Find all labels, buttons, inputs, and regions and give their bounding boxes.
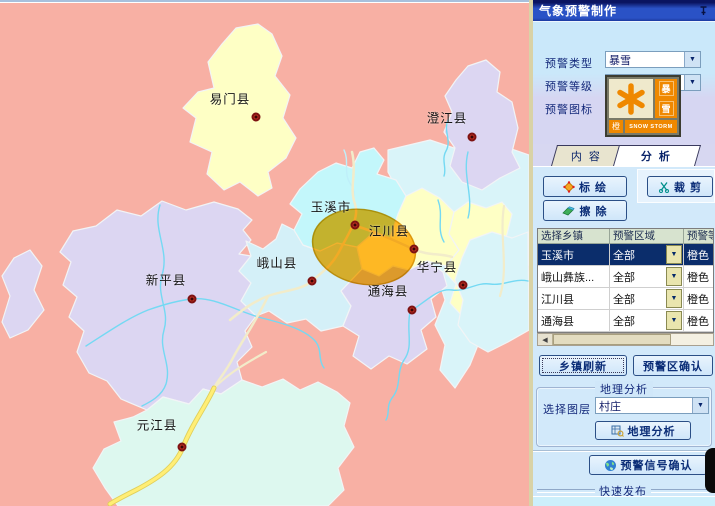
area-value: 全部: [613, 313, 635, 329]
area-dropdown-button[interactable]: ▼: [666, 267, 682, 286]
plot-button[interactable]: 标 绘: [543, 176, 627, 197]
area-value: 全部: [613, 247, 635, 263]
column-header-level: 预警等级: [684, 229, 714, 243]
level-cell[interactable]: 橙色: [684, 288, 714, 309]
warning-icon-bottom: 橙 SNOW STORM: [609, 120, 677, 133]
map-top-border: [0, 0, 529, 2]
table-row[interactable]: 峨山彝族...全部 ▼橙色: [538, 266, 713, 288]
town-table-header: 选择乡镇 预警区域 预警等级: [538, 229, 713, 244]
analysis-page: 标 绘 裁 剪 擦 除 选择乡镇 预警: [533, 166, 715, 506]
warning-icon-char: 暴: [659, 81, 674, 96]
table-row[interactable]: 通海县全部 ▼橙色: [538, 310, 713, 332]
bottom-strip: [533, 496, 715, 506]
map-canvas[interactable]: 易门县澄江县玉溪市江川县华宁县峨山县新平县通海县元江县: [0, 0, 529, 506]
area-value: 全部: [613, 291, 635, 307]
plot-diamond-icon: [563, 181, 575, 193]
table-hscrollbar[interactable]: ◀: [537, 333, 714, 346]
town-table: 选择乡镇 预警区域 预警等级 玉溪市全部▼橙色峨山彝族...全部▼橙色江川县全部…: [537, 228, 714, 333]
town-name-cell[interactable]: 玉溪市: [538, 244, 610, 265]
county-map-svg: [0, 0, 529, 506]
area-value: 全部: [613, 269, 635, 285]
group-line: [537, 489, 595, 493]
confirm-signal-button[interactable]: 预警信号确认: [589, 455, 707, 475]
eraser-icon: [562, 205, 575, 217]
warning-level-label: 预警等级: [545, 78, 593, 94]
scissors-icon: [658, 181, 670, 193]
cutoff-popup-edge: [705, 448, 715, 493]
tab-content[interactable]: 内 容: [551, 145, 623, 166]
geo-group-title: 地理分析: [595, 381, 653, 397]
erase-button[interactable]: 擦 除: [543, 200, 627, 221]
warning-icon: 暴 雪 橙 SNOW STORM: [605, 75, 681, 137]
layer-select-value: 村庄: [599, 398, 692, 414]
level-cell[interactable]: 橙色: [684, 266, 714, 287]
town-table-body: 玉溪市全部▼橙色峨山彝族...全部▼橙色江川县全部▼橙色通海县全部▼橙色: [538, 244, 713, 332]
level-cell[interactable]: 橙色: [684, 244, 714, 265]
refresh-towns-button[interactable]: 乡镇刷新: [539, 355, 627, 376]
pin-icon[interactable]: [699, 6, 708, 16]
tab-analysis[interactable]: 分 析: [613, 145, 701, 166]
warning-type-label: 预警类型: [545, 55, 593, 71]
panel-title: 气象预警制作: [539, 2, 617, 19]
tab-bar: 内 容 分 析: [533, 144, 715, 166]
warning-icon-char: 雪: [659, 101, 674, 116]
map-top-border-inner: [0, 2, 529, 3]
column-header-area: 预警区域: [610, 229, 684, 243]
globe-icon: [604, 459, 617, 472]
area-cell[interactable]: 全部 ▼: [610, 310, 684, 331]
county-region-huaning-east[interactable]: [455, 232, 529, 352]
layer-select[interactable]: 村庄 ▼: [595, 397, 709, 414]
layer-select-label: 选择图层: [543, 401, 591, 417]
section-divider: [533, 450, 715, 452]
warning-icon-label: 预警图标: [545, 101, 593, 117]
panel-titlebar[interactable]: 气象预警制作: [533, 0, 715, 21]
warning-type-select[interactable]: 暴雪 ▼: [605, 51, 701, 68]
dropdown-arrow-icon[interactable]: ▼: [684, 52, 700, 67]
group-line: [651, 489, 709, 493]
area-cell[interactable]: 全部 ▼: [610, 266, 684, 287]
town-name-cell[interactable]: 通海县: [538, 310, 610, 331]
geo-analysis-button[interactable]: 地理分析: [595, 421, 691, 440]
area-cell[interactable]: 全部 ▼: [610, 244, 684, 265]
warning-icon-chars: 暴 雪: [655, 79, 677, 118]
warning-icon-level: 橙: [609, 120, 623, 133]
dropdown-arrow-icon[interactable]: ▼: [692, 398, 708, 413]
confirm-warning-area-button[interactable]: 预警区确认: [633, 355, 713, 376]
snowflake-icon: [609, 79, 653, 118]
level-cell[interactable]: 橙色: [684, 310, 714, 331]
scroll-left-icon[interactable]: ◀: [538, 334, 553, 345]
column-header-town: 选择乡镇: [538, 229, 610, 243]
dropdown-arrow-icon[interactable]: ▼: [684, 75, 700, 90]
area-dropdown-button[interactable]: ▼: [666, 245, 682, 264]
clip-button[interactable]: 裁 剪: [647, 176, 713, 197]
table-row[interactable]: 玉溪市全部 ▼橙色: [538, 244, 713, 266]
town-name-cell[interactable]: 峨山彝族...: [538, 266, 610, 287]
area-cell[interactable]: 全部 ▼: [610, 288, 684, 309]
table-row[interactable]: 江川县全部 ▼橙色: [538, 288, 713, 310]
scrollbar-thumb[interactable]: [553, 334, 671, 345]
town-name-cell[interactable]: 江川县: [538, 288, 610, 309]
warning-icon-caption: SNOW STORM: [625, 120, 677, 133]
table-search-icon: [611, 425, 624, 437]
warning-panel: 气象预警制作 预警类型 暴雪 ▼ 预警等级 橙色 ▼ 预警图标: [529, 0, 715, 506]
warning-type-value: 暴雪: [609, 52, 684, 68]
area-dropdown-button[interactable]: ▼: [666, 311, 682, 330]
area-dropdown-button[interactable]: ▼: [666, 289, 682, 308]
geo-analysis-group: 地理分析 选择图层 村庄 ▼ 地理分析: [536, 387, 712, 447]
warning-form: 预警类型 暴雪 ▼ 预警等级 橙色 ▼ 预警图标: [533, 21, 715, 145]
weather-warning-app: 易门县澄江县玉溪市江川县华宁县峨山县新平县通海县元江县 气象预警制作 预警类型 …: [0, 0, 715, 506]
